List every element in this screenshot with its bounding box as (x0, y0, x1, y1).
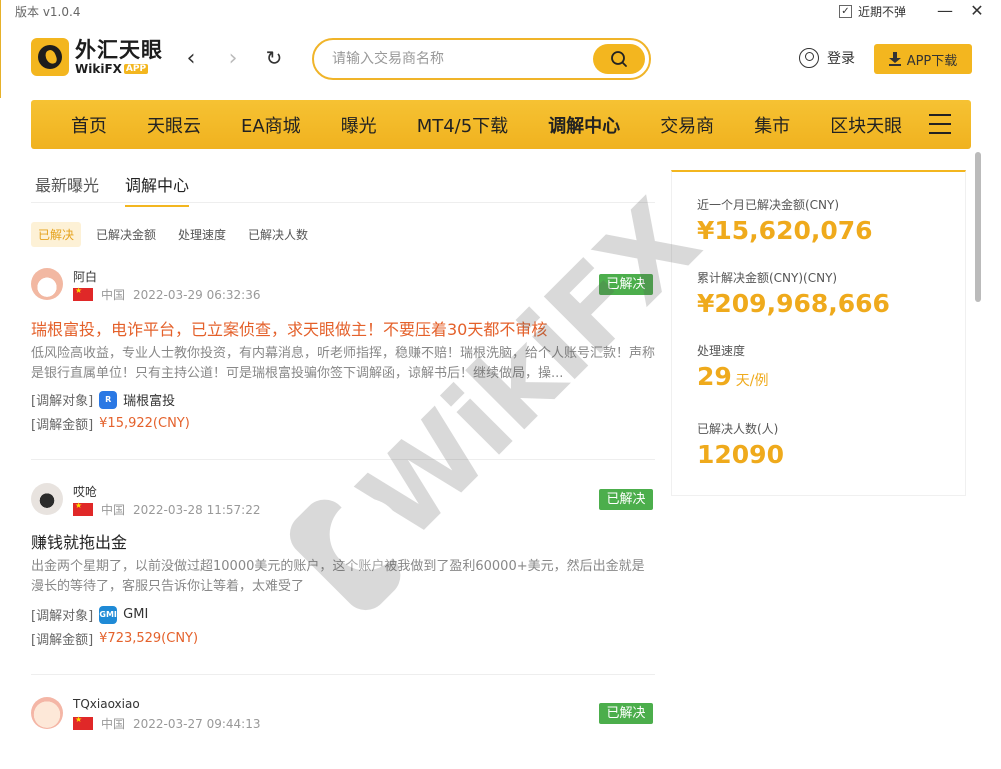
back-icon[interactable]: ‹ (181, 46, 201, 71)
status-badge: 已解决 (599, 274, 653, 295)
case-divider (31, 674, 655, 675)
case-country: 中国 (101, 288, 126, 302)
amount-label: [调解金额] (31, 418, 94, 433)
logo-en-text: WikiFX (75, 61, 122, 76)
speed-unit: 天/例 (735, 373, 769, 389)
case-country: 中国 (101, 503, 126, 517)
login-button[interactable]: 登录 (799, 48, 855, 68)
nav-item-mt45-download[interactable]: MT4/5下载 (397, 112, 529, 138)
status-badge: 已解决 (599, 489, 653, 510)
total-resolved-label: 累计解决金额(CNY)(CNY) (697, 271, 838, 285)
close-icon[interactable]: ✕ (969, 2, 985, 20)
filter-resolved-amount[interactable]: 已解决金额 (89, 222, 163, 247)
menu-icon[interactable] (929, 114, 951, 134)
case-user: 阿白 (73, 270, 98, 284)
case-item[interactable]: 哎呛 中国 2022-03-28 11:57:22 已解决 赚钱就拖出金 出金两… (31, 483, 655, 648)
people-label: 已解决人数(人) (697, 422, 779, 436)
case-user: TQxiaoxiao (73, 697, 140, 711)
broker-logo-icon: GMI (99, 605, 118, 624)
broker-logo-icon: R (99, 390, 118, 409)
tabs-divider (31, 202, 655, 203)
download-icon (888, 52, 901, 66)
nav-item-market[interactable]: 集市 (734, 112, 810, 138)
target-label: [调解对象] (31, 394, 94, 409)
case-time: 2022-03-28 11:57:22 (133, 502, 261, 517)
case-time: 2022-03-27 09:44:13 (133, 716, 261, 731)
app-header: 外汇天眼 WikiFXAPP ‹ › ↻ 登录 APP下载 (0, 24, 1001, 98)
case-description: 低风险高收益，专业人士教你投资，有内幕消息，听老师指挥，稳赚不赔！瑞根洗脑，给个… (31, 346, 655, 381)
case-user: 哎呛 (73, 485, 98, 499)
month-resolved-label: 近一个月已解决金额(CNY) (697, 198, 840, 212)
case-item[interactable]: TQxiaoxiao 中国 2022-03-27 09:44:13 已解决 (31, 697, 655, 757)
refresh-icon[interactable]: ↻ (264, 46, 284, 70)
app-download-label: APP下载 (906, 53, 958, 69)
user-icon (799, 48, 819, 68)
search-input[interactable] (332, 49, 582, 69)
no-popup-label: 近期不弹 (858, 5, 907, 19)
no-popup-checkbox[interactable]: ✓ (839, 5, 852, 18)
nav-item-brokers[interactable]: 交易商 (640, 112, 734, 138)
case-item[interactable]: 阿白 中国 2022-03-29 06:32:36 已解决 瑞根富投，电诈平台，… (31, 268, 655, 438)
case-title[interactable]: 赚钱就拖出金 (31, 529, 127, 553)
china-flag-icon (73, 286, 93, 301)
version-label: 版本 v1.0.4 (15, 5, 81, 19)
minimize-icon[interactable]: — (937, 2, 953, 20)
status-badge: 已解决 (599, 703, 653, 724)
logo-app-badge: APP (123, 63, 149, 74)
forward-icon[interactable]: › (223, 46, 243, 71)
avatar (31, 697, 63, 729)
speed-value: 29 (697, 362, 732, 391)
filter-resolved[interactable]: 已解决 (31, 222, 82, 247)
avatar (31, 483, 63, 515)
target-name[interactable]: GMI (123, 607, 148, 622)
nav-item-home[interactable]: 首页 (31, 112, 127, 138)
filter-speed[interactable]: 处理速度 (171, 222, 233, 247)
month-resolved-value: ¥15,620,076 (697, 216, 873, 245)
case-divider (31, 459, 655, 460)
filter-resolved-people[interactable]: 已解决人数 (241, 222, 315, 247)
content-tabs: 最新曝光 调解中心 (35, 172, 190, 207)
case-title[interactable]: 瑞根富投，电诈平台，已立案侦查，求天眼做主！不要压着30天都不审核 (31, 316, 547, 340)
speed-label: 处理速度 (697, 344, 746, 358)
eagle-logo-icon (31, 38, 69, 76)
nav-item-blockchain[interactable]: 区块天眼 (810, 112, 922, 138)
target-label: [调解对象] (31, 609, 94, 624)
nav-item-mediation[interactable]: 调解中心 (528, 112, 640, 138)
tab-mediation-center[interactable]: 调解中心 (125, 172, 190, 207)
app-download-button[interactable]: APP下载 (874, 44, 972, 74)
target-name[interactable]: 瑞根富投 (123, 390, 175, 409)
filter-bar: 已解决 已解决金额 处理速度 已解决人数 (31, 222, 315, 247)
avatar (31, 268, 63, 300)
people-value: 12090 (697, 440, 784, 469)
search-icon (611, 51, 627, 67)
total-resolved-value: ¥209,968,666 (697, 289, 890, 318)
mediation-amount: ¥723,529(CNY) (99, 631, 199, 646)
logo-cn-text: 外汇天眼 (75, 37, 163, 62)
search-box (312, 38, 651, 80)
login-label: 登录 (827, 51, 855, 67)
nav-item-ea-store[interactable]: EA商城 (221, 112, 321, 138)
nav-item-exposure[interactable]: 曝光 (321, 112, 397, 138)
mediation-amount: ¥15,922(CNY) (99, 416, 190, 431)
case-country: 中国 (101, 717, 126, 731)
case-description: 出金两个星期了，以前没做过超10000美元的账户，这个账户被我做到了盈利6000… (31, 559, 645, 594)
search-button[interactable] (593, 44, 645, 74)
logo[interactable]: 外汇天眼 WikiFX APP (31, 38, 163, 76)
amount-label: [调解金额] (31, 633, 94, 648)
nav-item-cloud[interactable]: 天眼云 (127, 112, 221, 138)
case-time: 2022-03-29 06:32:36 (133, 287, 261, 302)
scrollbar-thumb[interactable] (975, 152, 981, 302)
tab-latest-exposure[interactable]: 最新曝光 (35, 172, 99, 196)
title-bar: 版本 v1.0.4 ✓ 近期不弹 — ✕ (0, 0, 1001, 24)
mediation-stats-panel: 近一个月已解决金额(CNY) ¥15,620,076 累计解决金额(CNY)(C… (671, 170, 966, 496)
china-flag-icon (73, 715, 93, 730)
main-nav: 首页 天眼云 EA商城 曝光 MT4/5下载 调解中心 交易商 集市 区块天眼 (31, 100, 971, 149)
no-popup-toggle[interactable]: ✓ 近期不弹 (839, 3, 906, 20)
china-flag-icon (73, 501, 93, 516)
mediation-list-pane: 最新曝光 调解中心 已解决 已解决金额 处理速度 已解决人数 阿白 中国 202… (31, 150, 655, 769)
